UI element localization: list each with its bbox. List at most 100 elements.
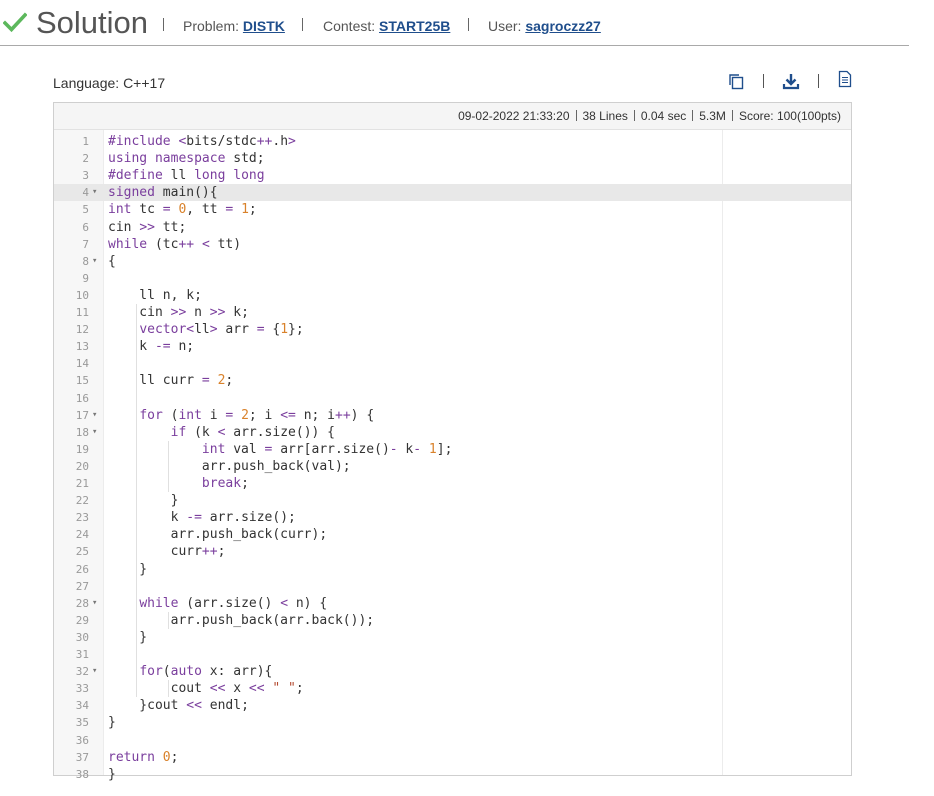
code-text: } [108,629,148,645]
fold-toggle-icon[interactable]: ▾ [92,253,97,270]
user-label: User: [488,18,522,34]
code-line: 16 [54,390,851,407]
code-text: }cout << endl; [108,698,249,714]
code-line: 33 cout << x << " "; [54,680,851,697]
code-text: for(auto x: arr){ [139,664,273,680]
code-text: #define ll long long [108,168,265,184]
code-line: 29 arr.push_back(arr.back()); [54,612,851,629]
fold-toggle-icon[interactable]: ▾ [92,663,97,680]
contest-label: Contest: [323,18,376,34]
line-number: 21 [75,477,89,490]
code-text: } [108,493,179,509]
line-number: 1 [82,135,89,148]
fold-toggle-icon[interactable]: ▾ [92,184,97,201]
code-panel: 09-02-2022 21:33:20 38 Lines 0.04 sec 5.3M S… [53,102,852,782]
code-line: 2 using namespace std; [54,150,851,167]
code-line: 12 vector<ll> arr = {1}; [54,321,851,338]
code-line: 24 arr.push_back(curr); [54,526,851,543]
code-text: } [108,561,148,577]
line-number: 31 [75,648,89,661]
line-number: 6 [82,220,89,234]
code-text: ll curr = 2; [108,373,234,389]
file-text-icon[interactable] [836,70,854,88]
code-line: 8 ▾ { [54,253,851,270]
fold-toggle-icon[interactable]: ▾ [92,595,97,612]
toolbar-divider [763,74,764,88]
line-number: 34 [75,699,89,713]
user-link[interactable]: sagroczz27 [525,18,600,34]
line-number: 33 [75,682,89,696]
indent-guide [167,611,169,629]
line-number: 19 [75,442,89,456]
code-editor[interactable]: 1 #include <bits/stdc++.h> 2 using namespac… [54,130,851,782]
code-text: arr.push_back(arr.back()); [108,612,375,628]
code-line: 7 while (tc++ < tt) [54,236,851,253]
code-line: 13 k -= n; [54,338,851,355]
code-text: } [108,715,116,731]
code-line: 3 #define ll long long [54,167,851,184]
download-icon[interactable] [782,72,800,90]
code-line: 26 } [54,561,851,578]
contest-info: Contest: START25B [323,17,450,35]
code-text: arr.push_back(val); [108,458,351,474]
code-line: 6 cin >> tt; [54,219,851,236]
code-text: k -= n; [108,339,195,355]
code-text: cin >> n >> k; [108,305,249,320]
code-line: 28 ▾ while (arr.size() < n) { [54,595,851,612]
page-header: Solution Problem: DISTK Contest: START25… [0,0,909,46]
line-number: 3 [82,169,89,183]
line-number: 28 [75,596,89,610]
code-text: return 0; [108,749,179,765]
code-text: vector<ll> arr = {1}; [139,322,304,338]
line-number: 10 [75,288,89,302]
exec-time: 0.04 sec [640,109,687,123]
indent-guide [136,304,138,698]
line-number: 35 [75,716,89,730]
line-number: 7 [82,237,89,251]
code-line: 11 cin >> n >> k; [54,304,851,321]
contest-link[interactable]: START25B [379,18,450,34]
line-number: 30 [75,630,89,644]
code-line: 30 } [54,629,851,646]
code-line: 21 break; [54,475,851,492]
copy-icon[interactable] [727,72,745,90]
divider [302,18,303,31]
code-line: 34 }cout << endl; [54,697,851,714]
submission-stats: 09-02-2022 21:33:20 38 Lines 0.04 sec 5.3M S… [54,103,851,130]
line-number: 5 [82,203,89,217]
fold-toggle-icon[interactable]: ▾ [92,424,97,441]
line-number: 12 [75,323,89,337]
code-line: 15 ll curr = 2; [54,372,851,389]
code-text: curr++; [108,544,226,560]
fold-toggle-icon[interactable]: ▾ [92,407,97,424]
divider [468,18,469,31]
user-info: User: sagroczz27 [488,17,601,35]
line-number: 37 [75,750,89,764]
code-line: 10 ll n, k; [54,287,851,304]
check-icon [3,12,27,33]
line-number: 20 [75,459,89,473]
line-number: 2 [82,152,89,166]
problem-label: Problem: [183,18,240,34]
toolbar-divider [818,74,819,88]
code-line: 32 ▾ for(auto x: arr){ [54,663,851,680]
score: Score: 100(100pts) [738,109,841,123]
line-number: 26 [75,562,89,576]
code-text: while (arr.size() < n) { [139,595,328,611]
code-line: 9 [54,270,851,287]
divider [163,18,164,31]
line-number: 22 [75,494,89,508]
page-title: Solution [36,5,149,40]
indent-guide [167,440,169,493]
line-number: 13 [75,340,89,354]
code-text: using namespace std; [108,151,265,167]
problem-link[interactable]: DISTK [243,18,285,34]
code-line: 25 curr++; [54,543,851,560]
code-line: 17 ▾ for (int i = 2; i <= n; i++) { [54,407,851,424]
line-number: 24 [75,528,89,542]
code-text: int val = arr[arr.size()- k- 1]; [201,441,453,457]
line-number: 8 [82,254,89,268]
line-count: 38 Lines [582,109,628,123]
code-text: for (int i = 2; i <= n; i++) { [139,407,375,423]
code-text: while (tc++ < tt) [108,236,242,252]
